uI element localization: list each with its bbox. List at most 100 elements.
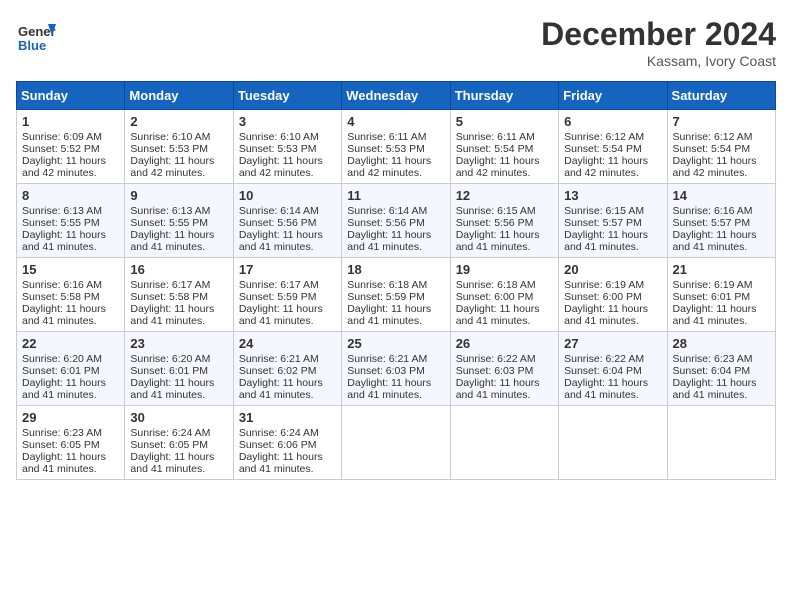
day-detail: and 41 minutes. bbox=[347, 315, 444, 327]
svg-text:Blue: Blue bbox=[18, 38, 46, 53]
day-detail: Sunset: 6:01 PM bbox=[22, 365, 119, 377]
day-detail: and 42 minutes. bbox=[130, 167, 227, 179]
day-detail: Daylight: 11 hours bbox=[22, 229, 119, 241]
day-number: 31 bbox=[239, 410, 336, 425]
day-detail: Sunrise: 6:13 AM bbox=[130, 205, 227, 217]
day-detail: Daylight: 11 hours bbox=[564, 303, 661, 315]
day-detail: and 41 minutes. bbox=[239, 315, 336, 327]
calendar-cell: 11Sunrise: 6:14 AMSunset: 5:56 PMDayligh… bbox=[342, 184, 450, 258]
title-block: December 2024 Kassam, Ivory Coast bbox=[541, 16, 776, 69]
day-detail: Daylight: 11 hours bbox=[130, 229, 227, 241]
day-detail: Sunset: 6:00 PM bbox=[456, 291, 553, 303]
day-number: 20 bbox=[564, 262, 661, 277]
day-detail: Sunset: 6:04 PM bbox=[673, 365, 770, 377]
day-detail: Sunrise: 6:24 AM bbox=[239, 427, 336, 439]
day-detail: and 41 minutes. bbox=[564, 315, 661, 327]
calendar-cell: 26Sunrise: 6:22 AMSunset: 6:03 PMDayligh… bbox=[450, 332, 558, 406]
day-detail: Daylight: 11 hours bbox=[239, 377, 336, 389]
day-detail: Daylight: 11 hours bbox=[673, 155, 770, 167]
calendar-week-5: 29Sunrise: 6:23 AMSunset: 6:05 PMDayligh… bbox=[17, 406, 776, 480]
calendar-week-4: 22Sunrise: 6:20 AMSunset: 6:01 PMDayligh… bbox=[17, 332, 776, 406]
day-number: 15 bbox=[22, 262, 119, 277]
day-number: 30 bbox=[130, 410, 227, 425]
day-detail: Sunrise: 6:20 AM bbox=[22, 353, 119, 365]
day-detail: Sunrise: 6:14 AM bbox=[347, 205, 444, 217]
calendar-cell: 25Sunrise: 6:21 AMSunset: 6:03 PMDayligh… bbox=[342, 332, 450, 406]
day-detail: Sunset: 6:05 PM bbox=[22, 439, 119, 451]
day-detail: Daylight: 11 hours bbox=[564, 155, 661, 167]
day-number: 24 bbox=[239, 336, 336, 351]
calendar-cell: 30Sunrise: 6:24 AMSunset: 6:05 PMDayligh… bbox=[125, 406, 233, 480]
calendar-cell: 15Sunrise: 6:16 AMSunset: 5:58 PMDayligh… bbox=[17, 258, 125, 332]
day-detail: Sunset: 5:55 PM bbox=[22, 217, 119, 229]
day-detail: Daylight: 11 hours bbox=[456, 155, 553, 167]
day-detail: Sunset: 5:55 PM bbox=[130, 217, 227, 229]
calendar-cell: 4 Sunrise: 6:11 AMSunset: 5:53 PMDaylight… bbox=[342, 110, 450, 184]
calendar-cell: 31Sunrise: 6:24 AMSunset: 6:06 PMDayligh… bbox=[233, 406, 341, 480]
day-detail: Sunrise: 6:10 AM bbox=[130, 131, 227, 143]
day-detail: Sunrise: 6:15 AM bbox=[456, 205, 553, 217]
day-detail: and 41 minutes. bbox=[22, 389, 119, 401]
day-detail: Daylight: 11 hours bbox=[564, 377, 661, 389]
day-number: 10 bbox=[239, 188, 336, 203]
weekday-tuesday: Tuesday bbox=[233, 82, 341, 110]
day-detail: Sunrise: 6:11 AM bbox=[456, 131, 553, 143]
day-detail: Daylight: 11 hours bbox=[22, 303, 119, 315]
day-detail: and 41 minutes. bbox=[673, 389, 770, 401]
day-number: 6 bbox=[564, 114, 661, 129]
day-detail: Sunset: 5:54 PM bbox=[564, 143, 661, 155]
day-detail: Daylight: 11 hours bbox=[456, 377, 553, 389]
location: Kassam, Ivory Coast bbox=[541, 53, 776, 69]
day-number: 19 bbox=[456, 262, 553, 277]
calendar-cell: 7Sunrise: 6:12 AMSunset: 5:54 PMDaylight… bbox=[667, 110, 775, 184]
day-detail: Sunset: 5:54 PM bbox=[456, 143, 553, 155]
day-detail: and 41 minutes. bbox=[239, 463, 336, 475]
day-detail: Sunrise: 6:19 AM bbox=[673, 279, 770, 291]
day-number: 4 bbox=[347, 114, 444, 129]
calendar-cell bbox=[450, 406, 558, 480]
day-detail: Sunrise: 6:09 AM bbox=[22, 131, 119, 143]
calendar-cell: 10Sunrise: 6:14 AMSunset: 5:56 PMDayligh… bbox=[233, 184, 341, 258]
day-detail: Daylight: 11 hours bbox=[239, 229, 336, 241]
day-detail: and 42 minutes. bbox=[456, 167, 553, 179]
day-detail: and 41 minutes. bbox=[347, 389, 444, 401]
day-detail: Sunset: 6:05 PM bbox=[130, 439, 227, 451]
day-detail: Sunrise: 6:12 AM bbox=[673, 131, 770, 143]
day-detail: Sunrise: 6:22 AM bbox=[564, 353, 661, 365]
calendar-cell: 24 Sunrise: 6:21 AMSunset: 6:02 PMDayligh… bbox=[233, 332, 341, 406]
day-detail: Sunset: 6:02 PM bbox=[239, 365, 336, 377]
calendar-cell: 5 Sunrise: 6:11 AMSunset: 5:54 PMDaylight… bbox=[450, 110, 558, 184]
day-detail: and 41 minutes. bbox=[673, 315, 770, 327]
day-detail: Sunset: 5:59 PM bbox=[239, 291, 336, 303]
day-detail: Sunset: 5:53 PM bbox=[347, 143, 444, 155]
calendar-table: SundayMondayTuesdayWednesdayThursdayFrid… bbox=[16, 81, 776, 480]
day-detail: Sunrise: 6:16 AM bbox=[22, 279, 119, 291]
day-detail: Sunrise: 6:11 AM bbox=[347, 131, 444, 143]
day-number: 5 bbox=[456, 114, 553, 129]
calendar-cell: 13Sunrise: 6:15 AMSunset: 5:57 PMDayligh… bbox=[559, 184, 667, 258]
calendar-cell: 14Sunrise: 6:16 AMSunset: 5:57 PMDayligh… bbox=[667, 184, 775, 258]
day-detail: Sunrise: 6:21 AM bbox=[239, 353, 336, 365]
calendar-cell: 27Sunrise: 6:22 AMSunset: 6:04 PMDayligh… bbox=[559, 332, 667, 406]
day-detail: Sunrise: 6:10 AM bbox=[239, 131, 336, 143]
day-detail: Sunrise: 6:20 AM bbox=[130, 353, 227, 365]
day-detail: Daylight: 11 hours bbox=[456, 303, 553, 315]
day-detail: Daylight: 11 hours bbox=[347, 155, 444, 167]
day-detail: and 41 minutes. bbox=[130, 241, 227, 253]
day-detail: and 41 minutes. bbox=[347, 241, 444, 253]
calendar-cell: 28Sunrise: 6:23 AMSunset: 6:04 PMDayligh… bbox=[667, 332, 775, 406]
day-detail: Daylight: 11 hours bbox=[22, 377, 119, 389]
day-detail: Daylight: 11 hours bbox=[239, 155, 336, 167]
month-title: December 2024 bbox=[541, 16, 776, 53]
day-number: 3 bbox=[239, 114, 336, 129]
calendar-cell: 23Sunrise: 6:20 AMSunset: 6:01 PMDayligh… bbox=[125, 332, 233, 406]
day-detail: Daylight: 11 hours bbox=[347, 377, 444, 389]
day-detail: Sunset: 6:06 PM bbox=[239, 439, 336, 451]
day-detail: and 42 minutes. bbox=[347, 167, 444, 179]
day-detail: Sunset: 5:53 PM bbox=[130, 143, 227, 155]
calendar-cell bbox=[342, 406, 450, 480]
day-number: 13 bbox=[564, 188, 661, 203]
day-detail: Sunrise: 6:22 AM bbox=[456, 353, 553, 365]
day-detail: and 41 minutes. bbox=[456, 389, 553, 401]
day-detail: Sunset: 6:03 PM bbox=[456, 365, 553, 377]
